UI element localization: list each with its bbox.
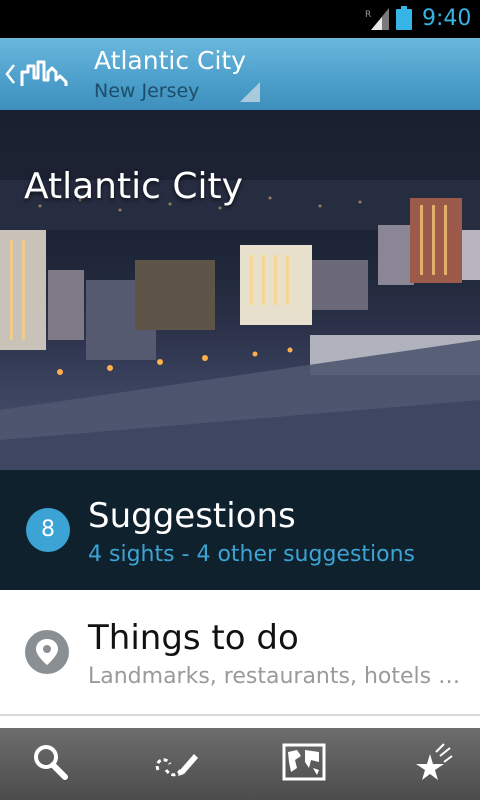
suggestions-subtitle: 4 sights - 4 other suggestions xyxy=(88,542,416,567)
suggestions-count-badge: 8 xyxy=(26,508,70,552)
favorites-stars-icon[interactable] xyxy=(410,740,456,786)
spinner-corner-icon[interactable] xyxy=(240,82,260,102)
things-to-do-subtitle: Landmarks, restaurants, hotels … xyxy=(88,664,461,689)
city-skyline-logo-icon[interactable] xyxy=(20,58,68,90)
back-chevron-icon[interactable] xyxy=(4,62,16,86)
hero-title: Atlantic City xyxy=(24,166,243,207)
signal-icon: R xyxy=(365,8,389,30)
location-title[interactable]: Atlantic City xyxy=(94,44,246,78)
map-icon[interactable] xyxy=(281,740,327,786)
things-to-do-title: Things to do xyxy=(88,618,299,658)
svg-text:R: R xyxy=(365,10,371,20)
battery-icon xyxy=(396,6,412,30)
location-pin-icon xyxy=(25,630,69,674)
status-time: 9:40 xyxy=(422,6,472,31)
suggestions-title: Suggestions xyxy=(88,496,296,536)
route-pencil-icon[interactable] xyxy=(152,740,198,786)
search-icon[interactable] xyxy=(28,740,74,786)
location-subtitle[interactable]: New Jersey xyxy=(94,78,199,104)
hero-image: Atlantic City xyxy=(0,110,480,470)
